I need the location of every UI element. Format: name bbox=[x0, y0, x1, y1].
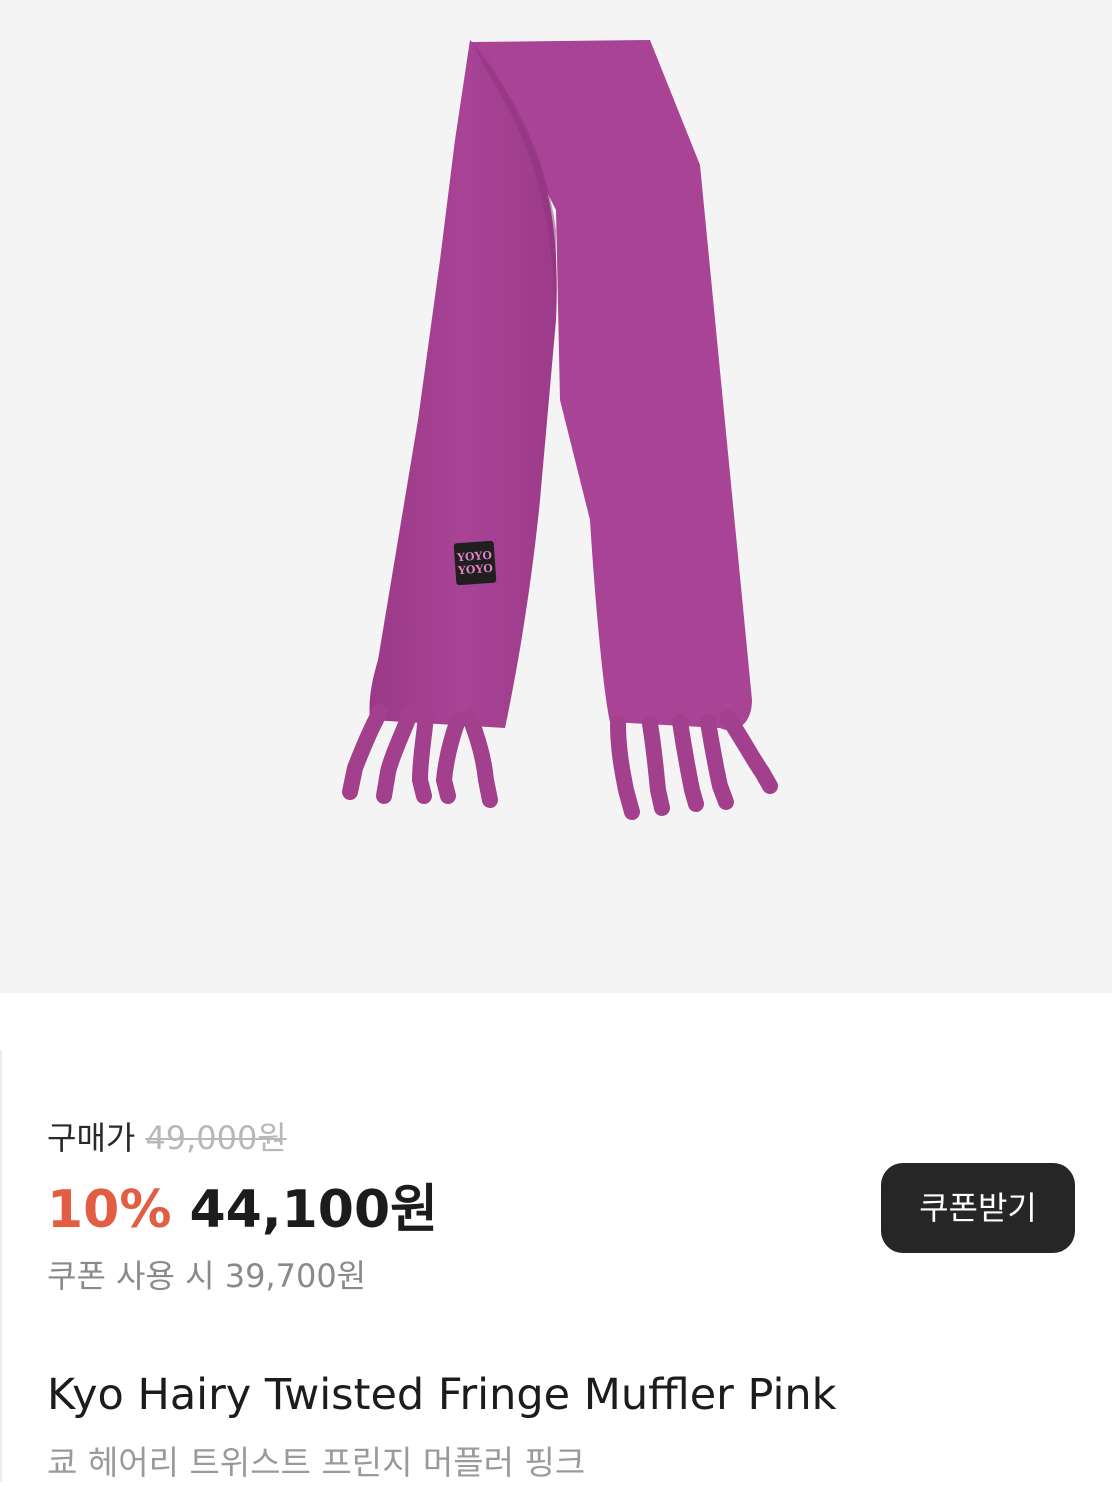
scarf-brand-label: YOYOYOYO bbox=[453, 540, 497, 586]
scarf-product-photo-icon: YOYOYOYO bbox=[342, 40, 778, 820]
original-price-row: 구매가 49,000원 bbox=[47, 1116, 287, 1160]
get-coupon-button[interactable]: 쿠폰받기 bbox=[881, 1163, 1075, 1253]
product-image-area[interactable]: YOYOYOYO bbox=[0, 0, 1112, 993]
discount-rate: 10% bbox=[47, 1180, 172, 1240]
svg-text:YOYOYOYO: YOYOYOYO bbox=[456, 549, 494, 577]
panel-divider bbox=[0, 1050, 2, 1482]
scarf-fringe-right bbox=[610, 710, 778, 820]
coupon-price-note: 쿠폰 사용 시 39,700원 bbox=[47, 1257, 367, 1295]
purchase-price-label: 구매가 bbox=[47, 1119, 136, 1157]
sale-price-row: 10% 44,100원 bbox=[47, 1178, 438, 1242]
scarf-fringe-left bbox=[342, 704, 498, 808]
sale-price: 44,100원 bbox=[189, 1180, 438, 1240]
product-name-korean: 쿄 헤어리 트위스트 프린지 머플러 핑크 bbox=[47, 1443, 586, 1482]
product-name-english: Kyo Hairy Twisted Fringe Muffler Pink bbox=[47, 1370, 837, 1420]
original-price: 49,000원 bbox=[145, 1119, 287, 1157]
